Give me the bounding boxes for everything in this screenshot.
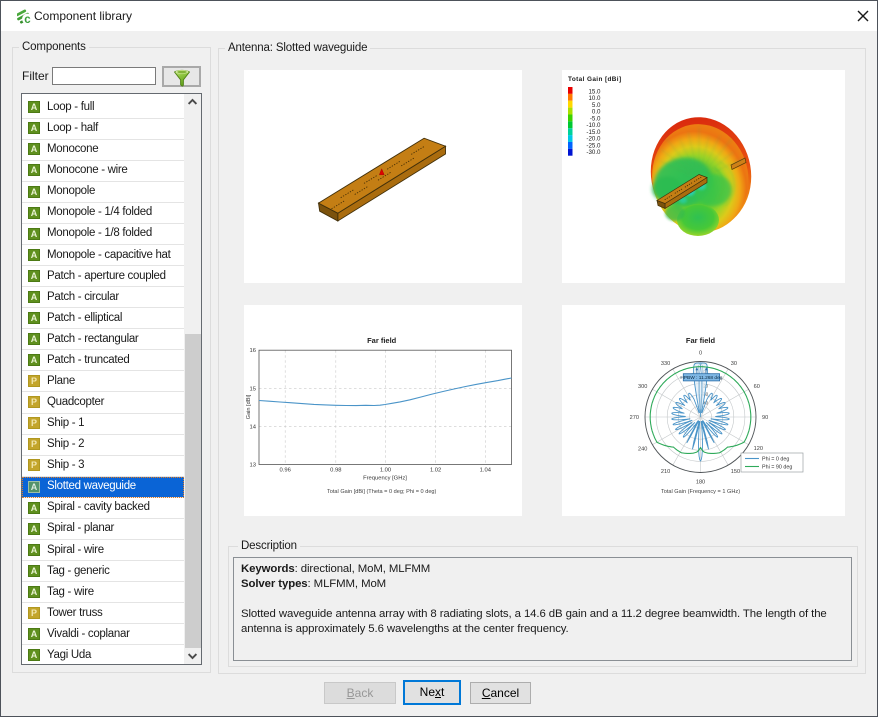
svg-text:Gain [dBi]: Gain [dBi] (246, 394, 252, 419)
svg-text:0.98: 0.98 (330, 468, 341, 474)
svg-text:Total Gain (Frequency = 1 GHz): Total Gain (Frequency = 1 GHz) (661, 489, 740, 495)
svg-text:1.04: 1.04 (480, 468, 492, 474)
svg-text:14: 14 (250, 424, 257, 430)
svg-text:330: 330 (661, 361, 670, 367)
svg-text:Phi = 0 deg: Phi = 0 deg (762, 457, 789, 463)
svg-text:90: 90 (762, 415, 768, 421)
svg-text:Far field: Far field (367, 336, 397, 345)
svg-text:30: 30 (731, 361, 737, 367)
svg-text:270: 270 (630, 415, 639, 421)
svg-text:120: 120 (754, 446, 763, 452)
svg-text:240: 240 (638, 446, 647, 452)
svg-text:Far field: Far field (686, 336, 716, 345)
svg-text:Frequency [GHz]: Frequency [GHz] (363, 476, 407, 482)
svg-text:210: 210 (661, 469, 670, 475)
svg-text:1.00: 1.00 (380, 468, 391, 474)
svg-text:c: c (24, 14, 31, 26)
svg-text:0.96: 0.96 (280, 468, 291, 474)
svg-text:0: 0 (699, 351, 702, 357)
svg-text:15: 15 (250, 386, 256, 392)
svg-text:150: 150 (731, 469, 740, 475)
svg-text:Total Gain [dBi] (Theta = 0 de: Total Gain [dBi] (Theta = 0 deg; Phi = 0… (327, 489, 437, 495)
svg-text:16: 16 (250, 348, 256, 354)
svg-text:-30.0: -30.0 (586, 149, 601, 156)
svg-text:60: 60 (754, 384, 760, 390)
svg-text:Phi = 90 deg: Phi = 90 deg (762, 465, 792, 471)
svg-text:HPBW : 11.268 deg: HPBW : 11.268 deg (680, 375, 722, 381)
svg-text:1.02: 1.02 (430, 468, 441, 474)
svg-text:13: 13 (250, 463, 256, 469)
svg-text:180: 180 (696, 480, 705, 486)
svg-text:300: 300 (638, 384, 647, 390)
svg-text:Total Gain [dBi]: Total Gain [dBi] (568, 76, 622, 83)
